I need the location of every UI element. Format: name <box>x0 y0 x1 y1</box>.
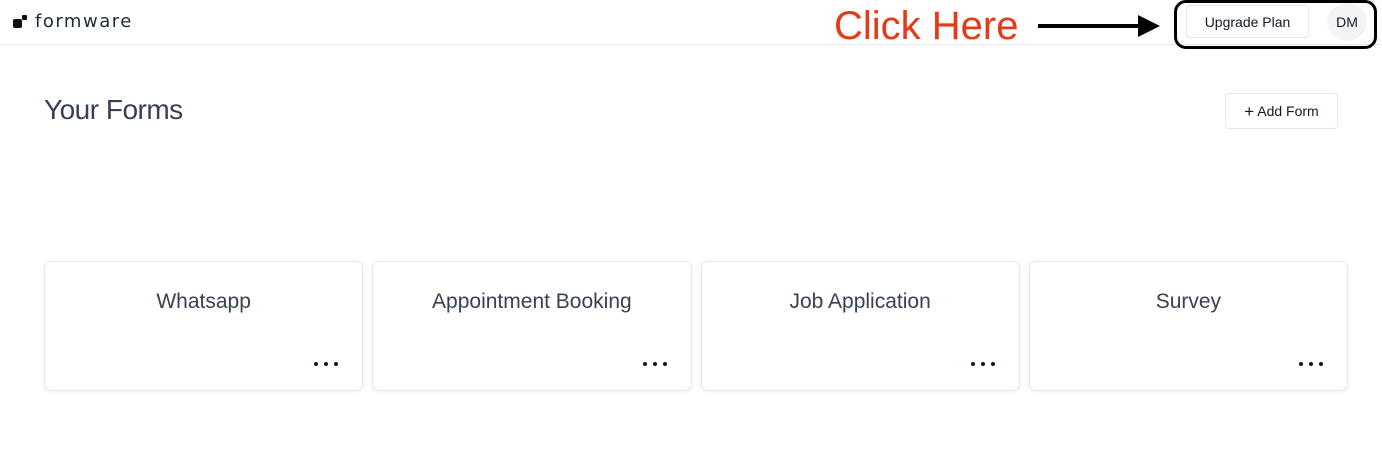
form-card-title: Appointment Booking <box>432 290 632 313</box>
more-horizontal-icon[interactable] <box>314 360 339 368</box>
form-card-title: Job Application <box>789 290 931 313</box>
user-avatar[interactable]: DM <box>1327 3 1367 41</box>
page: formware Click Here Upgrade Plan DM Your… <box>0 0 1382 466</box>
add-form-button[interactable]: + Add Form <box>1225 93 1338 129</box>
form-card-title: Survey <box>1155 290 1222 313</box>
form-card[interactable]: Whatsapp <box>44 261 364 391</box>
form-card[interactable]: Job Application <box>700 261 1020 391</box>
form-card-title: Whatsapp <box>156 290 251 313</box>
more-horizontal-icon[interactable] <box>1299 360 1323 368</box>
more-horizontal-icon[interactable] <box>970 360 995 368</box>
more-horizontal-icon[interactable] <box>642 360 667 368</box>
annotation-arrow-icon <box>1038 15 1160 37</box>
add-form-label: Add Form <box>1257 103 1319 119</box>
plus-icon: + <box>1244 101 1255 121</box>
form-card[interactable]: Appointment Booking <box>372 261 692 391</box>
forms-grid: Whatsapp Appointment Booking Job Applica… <box>44 261 1348 391</box>
annotation-click-here: Click Here <box>834 4 1019 48</box>
logo-text: formware <box>35 10 133 32</box>
top-bar: formware Click Here Upgrade Plan DM <box>0 0 1382 49</box>
page-title: Your Forms <box>44 94 183 125</box>
logo[interactable]: formware <box>13 10 133 32</box>
form-card[interactable]: Survey <box>1028 261 1348 391</box>
upgrade-plan-button[interactable]: Upgrade Plan <box>1186 5 1309 38</box>
logo-mark-icon <box>13 13 29 29</box>
